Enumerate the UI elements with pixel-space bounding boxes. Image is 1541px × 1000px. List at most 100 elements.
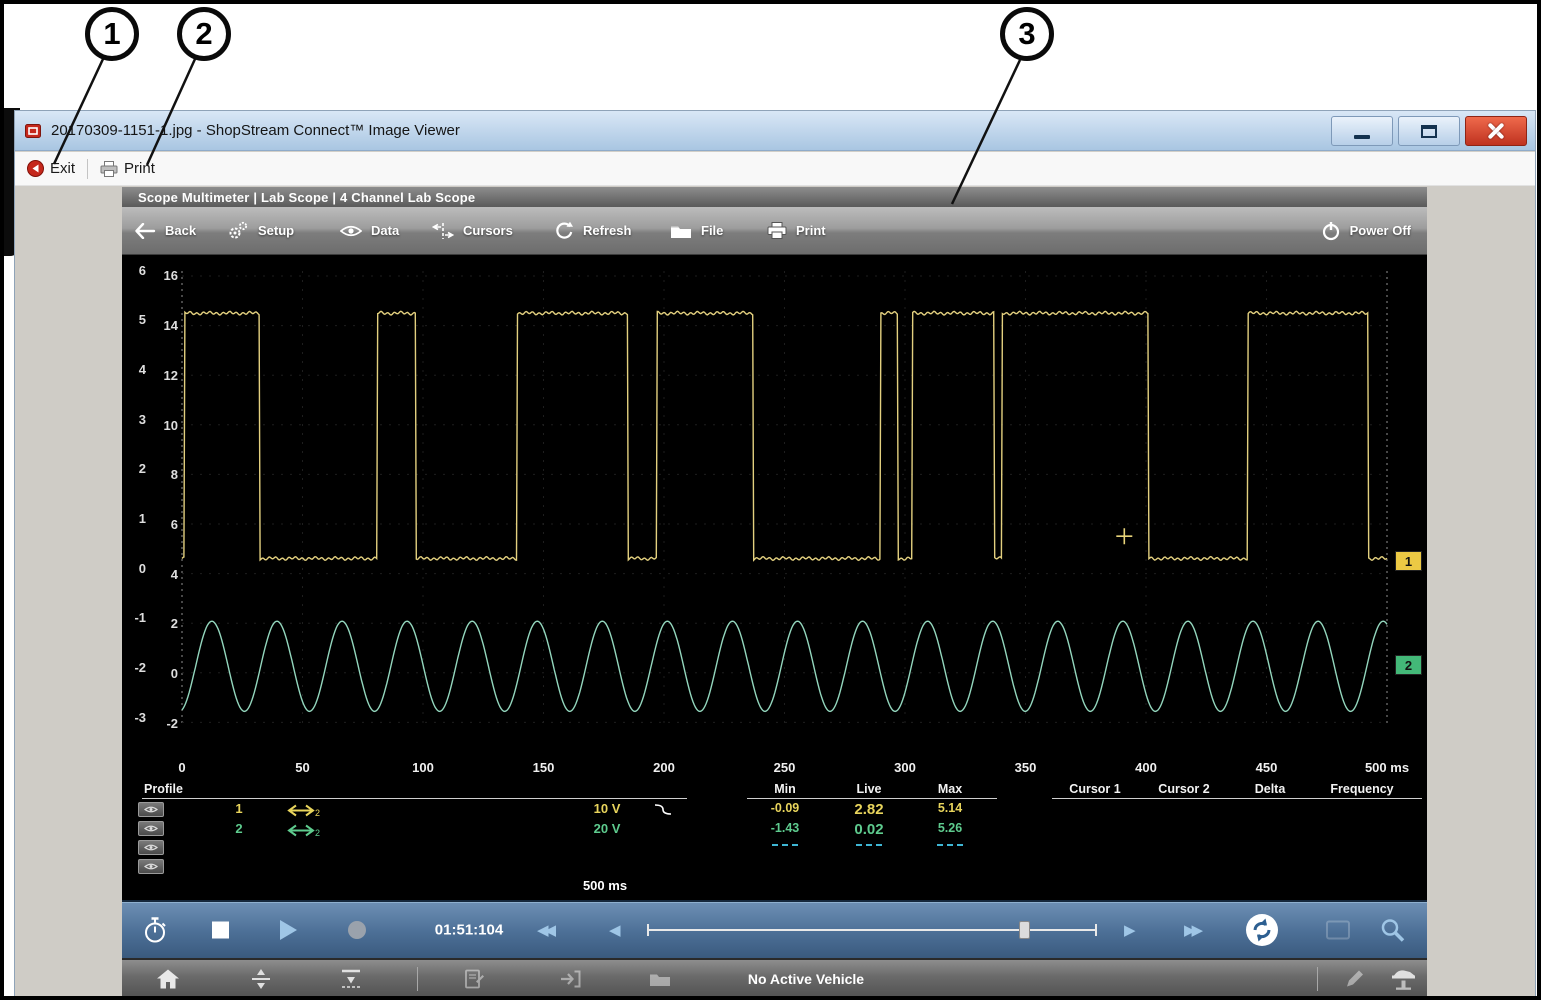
expand-vertical-icon[interactable] bbox=[250, 968, 272, 989]
collapse-to-top-icon[interactable] bbox=[340, 968, 362, 989]
y-left-label: -2 bbox=[124, 643, 146, 693]
channel-1-badge[interactable]: 1 bbox=[1395, 551, 1422, 571]
y-left-label: 5 bbox=[124, 295, 146, 345]
trigger-arrow-icon: 2 bbox=[287, 804, 321, 817]
print-button[interactable]: Print bbox=[100, 160, 155, 177]
playback-toolbar: 01:51:104 ◀◀ ◀ ▶ ▶▶ bbox=[122, 900, 1427, 958]
timer-icon[interactable] bbox=[142, 917, 169, 944]
callout-3-label: 3 bbox=[1018, 16, 1035, 52]
pencil-icon bbox=[1344, 968, 1365, 989]
scope-data-button[interactable]: Data bbox=[340, 207, 399, 254]
printer-icon bbox=[767, 222, 787, 239]
callout-1: 1 bbox=[85, 7, 139, 61]
print-label: Print bbox=[124, 160, 155, 177]
channel-4-eye-button[interactable] bbox=[138, 859, 164, 874]
min-value: -1.43 bbox=[771, 821, 800, 835]
y-right-label: 0 bbox=[152, 649, 178, 699]
rewind-button[interactable]: ◀◀ bbox=[537, 921, 552, 939]
minimize-button[interactable] bbox=[1331, 116, 1393, 146]
channel-2-badge[interactable]: 2 bbox=[1395, 655, 1422, 675]
step-back-button[interactable]: ◀ bbox=[609, 921, 617, 939]
svg-text:2: 2 bbox=[315, 828, 320, 837]
min-header: Min bbox=[774, 782, 796, 796]
slider-handle[interactable] bbox=[1019, 921, 1030, 939]
vehicle-lift-icon[interactable] bbox=[1390, 967, 1417, 990]
y-left-label: 2 bbox=[124, 444, 146, 494]
image-viewer-window: 20170309-1151-1.jpg - ShopStream Connect… bbox=[14, 110, 1536, 998]
fast-forward-button[interactable]: ▶▶ bbox=[1184, 921, 1199, 939]
step-forward-button[interactable]: ▶ bbox=[1124, 921, 1132, 939]
x-tick-label: 150 bbox=[533, 760, 555, 775]
scope-setup-button[interactable]: Setup bbox=[227, 207, 294, 254]
callout-2-label: 2 bbox=[195, 16, 212, 52]
callout-2: 2 bbox=[177, 7, 231, 61]
scope-print-label: Print bbox=[796, 223, 826, 238]
zoom-icon[interactable] bbox=[1380, 918, 1405, 943]
home-icon[interactable] bbox=[156, 968, 180, 989]
svg-text:2: 2 bbox=[315, 808, 320, 817]
disabled-tool-icon bbox=[1326, 921, 1350, 940]
back-arrow-icon bbox=[134, 223, 156, 239]
maximize-button[interactable] bbox=[1398, 116, 1460, 146]
app-icon bbox=[25, 122, 43, 140]
channel-scale: 20 V bbox=[594, 821, 621, 836]
max-value: 5.14 bbox=[938, 801, 962, 815]
maximize-icon bbox=[1421, 125, 1437, 138]
x-tick-label: 0 bbox=[178, 760, 185, 775]
scope-print-button[interactable]: Print bbox=[767, 207, 826, 254]
y-right-label: 16 bbox=[152, 255, 178, 301]
scope-refresh-button[interactable]: Refresh bbox=[554, 207, 631, 254]
cursor1-header: Cursor 1 bbox=[1069, 782, 1120, 796]
active-vehicle-status: No Active Vehicle bbox=[748, 971, 864, 987]
max-value: 5.26 bbox=[938, 821, 962, 835]
channel-2-row: 2 2 20 V -1.43 0.02 5.26 bbox=[122, 821, 1427, 841]
loop-replay-button[interactable] bbox=[1245, 913, 1279, 947]
scope-breadcrumb: Scope Multimeter | Lab Scope | 4 Channel… bbox=[122, 187, 1427, 207]
y-right-label: 14 bbox=[152, 301, 178, 351]
y-axis-left-scale: 6 5 4 3 2 1 0 -1 -2 -3 bbox=[124, 255, 146, 742]
y-right-label: -2 bbox=[152, 698, 178, 748]
scope-file-button[interactable]: File bbox=[670, 207, 723, 254]
frequency-header: Frequency bbox=[1330, 782, 1393, 796]
y-axis-right-scale: 16 14 12 10 8 6 4 2 0 -2 bbox=[152, 255, 178, 748]
sweep-row: 500 ms bbox=[122, 875, 1427, 900]
y-left-label: 4 bbox=[124, 345, 146, 395]
x-tick-label: 400 bbox=[1135, 760, 1157, 775]
play-button[interactable] bbox=[280, 920, 297, 940]
y-right-label: 6 bbox=[152, 500, 178, 550]
close-icon bbox=[1485, 120, 1507, 142]
y-right-label: 10 bbox=[152, 400, 178, 450]
close-button[interactable] bbox=[1465, 116, 1527, 146]
scope-power-off-button[interactable]: Power Off bbox=[1321, 207, 1411, 254]
live-value: 0.02 bbox=[854, 821, 883, 838]
min-value: -0.09 bbox=[771, 801, 800, 815]
x-tick-label: 200 bbox=[653, 760, 675, 775]
exit-button[interactable]: Exit bbox=[27, 160, 75, 177]
exit-icon bbox=[27, 160, 44, 177]
stop-button[interactable] bbox=[212, 922, 229, 939]
trigger-arrow-icon: 2 bbox=[287, 824, 321, 837]
y-left-label: -3 bbox=[124, 692, 146, 742]
playback-slider[interactable] bbox=[647, 921, 1097, 939]
gears-icon bbox=[227, 221, 249, 240]
menubar: Exit Print bbox=[15, 152, 1535, 186]
channel-3-eye-button[interactable] bbox=[138, 840, 164, 855]
window-controls bbox=[1331, 116, 1527, 146]
waveform-canvas bbox=[122, 255, 1427, 757]
scope-back-button[interactable]: Back bbox=[134, 207, 196, 254]
scope-cursors-button[interactable]: Cursors bbox=[432, 207, 513, 254]
refresh-icon bbox=[554, 221, 574, 240]
power-icon bbox=[1321, 221, 1341, 241]
statusbar-divider bbox=[1317, 967, 1318, 991]
scope-refresh-label: Refresh bbox=[583, 223, 631, 238]
live-value: 2.82 bbox=[854, 801, 883, 818]
window-title: 20170309-1151-1.jpg - ShopStream Connect… bbox=[51, 122, 460, 139]
header-underline bbox=[1052, 798, 1422, 799]
empty-value-dashes bbox=[772, 844, 798, 846]
viewer-workspace: Scope Multimeter | Lab Scope | 4 Channel… bbox=[15, 186, 1535, 997]
empty-value-dashes bbox=[856, 844, 882, 846]
live-header: Live bbox=[856, 782, 881, 796]
record-button[interactable] bbox=[348, 921, 366, 939]
menu-separator bbox=[87, 159, 88, 179]
y-left-label: 3 bbox=[124, 394, 146, 444]
